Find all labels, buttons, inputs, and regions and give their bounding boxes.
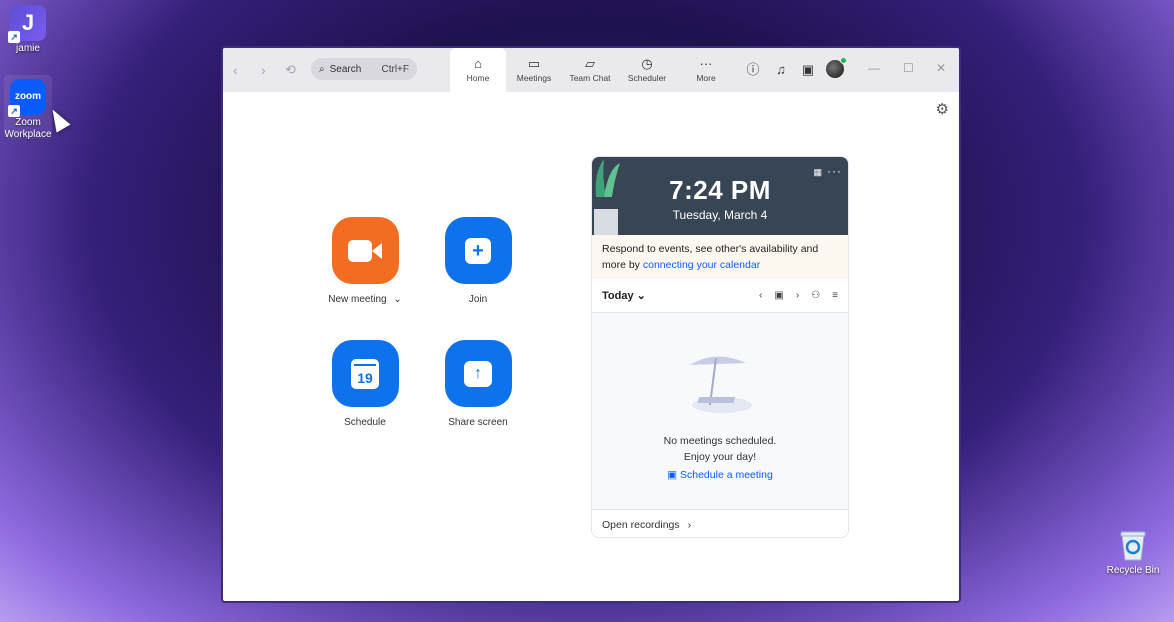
video-camera-icon: ▭ bbox=[527, 56, 541, 71]
title-bar: ‹ › ⟲ ⌕ Search Ctrl+F ⌂ Home ▭ Meetings … bbox=[223, 48, 959, 92]
search-shortcut: Ctrl+F bbox=[381, 63, 410, 75]
calendar-icon[interactable]: ▣ bbox=[800, 62, 816, 78]
chevron-down-icon[interactable]: ⌄ bbox=[393, 294, 401, 305]
join-action[interactable]: + Join bbox=[423, 217, 533, 305]
zoom-window: ‹ › ⟲ ⌕ Search Ctrl+F ⌂ Home ▭ Meetings … bbox=[221, 46, 961, 603]
calendar-panel: ▦ ··· 7:24 PM Tuesday, March 4 Respond t… bbox=[591, 156, 849, 538]
clock-header: ▦ ··· 7:24 PM Tuesday, March 4 bbox=[592, 157, 848, 235]
current-date: Tuesday, March 4 bbox=[672, 208, 768, 222]
recycle-bin-icon bbox=[1115, 527, 1151, 563]
calendar-icon[interactable]: ▣ bbox=[774, 290, 783, 301]
desktop-icon-label: jamie bbox=[16, 43, 40, 54]
desktop-icon-recycle-bin[interactable]: Recycle Bin bbox=[1103, 527, 1163, 577]
open-recordings-link[interactable]: Open recordings › bbox=[592, 509, 848, 537]
zoom-app-icon: zoom ↗ bbox=[8, 79, 46, 117]
status-dot bbox=[840, 57, 847, 64]
bell-icon[interactable]: ♫ bbox=[773, 62, 789, 78]
tab-home[interactable]: ⌂ Home bbox=[450, 48, 506, 92]
beach-umbrella-illustration bbox=[690, 356, 752, 413]
people-icon[interactable]: ⚇ bbox=[811, 290, 820, 301]
schedule-meeting-link[interactable]: ▣ Schedule a meeting bbox=[592, 469, 848, 481]
avatar[interactable] bbox=[826, 57, 847, 78]
close-icon[interactable]: ✕ bbox=[936, 61, 946, 75]
join-button[interactable]: + bbox=[444, 217, 512, 284]
connect-calendar-banner: Respond to events, see other's availabil… bbox=[592, 235, 848, 279]
desktop-icon-label: Recycle Bin bbox=[1106, 565, 1160, 576]
history-icon[interactable]: ⟲ bbox=[285, 62, 296, 78]
chat-bubbles-icon: ▱ bbox=[585, 56, 595, 71]
schedule-label: Schedule bbox=[344, 417, 386, 428]
back-arrow-icon[interactable]: ‹ bbox=[233, 62, 238, 78]
tab-meetings[interactable]: ▭ Meetings bbox=[506, 48, 562, 92]
empty-state: No meetings scheduled. Enjoy your day! ▣… bbox=[592, 313, 848, 509]
more-dots-icon: ··· bbox=[699, 56, 713, 71]
share-screen-label: Share screen bbox=[448, 417, 508, 428]
desktop-icon-jamie[interactable]: J ↗ jamie bbox=[0, 5, 58, 55]
video-camera-icon bbox=[348, 239, 382, 262]
share-screen-action[interactable]: ↑ Share screen bbox=[423, 340, 533, 428]
minimize-icon[interactable]: — bbox=[868, 61, 880, 75]
previous-day-icon[interactable]: ‹ bbox=[759, 290, 762, 301]
chevron-right-icon: › bbox=[687, 518, 692, 531]
new-meeting-action[interactable]: New meeting ⌄ bbox=[310, 217, 420, 305]
join-label: Join bbox=[468, 294, 488, 305]
home-icon: ⌂ bbox=[474, 56, 482, 71]
more-dots-icon[interactable]: ··· bbox=[827, 164, 842, 178]
tab-more[interactable]: ··· More bbox=[678, 48, 734, 92]
shortcut-arrow-icon: ↗ bbox=[8, 31, 20, 43]
calendar-icon[interactable]: ▦ bbox=[813, 167, 822, 178]
help-icon[interactable]: ⓘ bbox=[745, 62, 761, 78]
schedule-button[interactable]: 19 bbox=[331, 340, 399, 407]
calendar-icon: ▣ bbox=[667, 469, 678, 481]
tab-team-chat[interactable]: ▱ Team Chat bbox=[562, 48, 618, 92]
clock-icon: ◷ bbox=[641, 56, 653, 71]
share-screen-button[interactable]: ↑ bbox=[444, 340, 512, 407]
today-dropdown[interactable]: Today ⌄ bbox=[602, 289, 646, 302]
schedule-action[interactable]: 19 Schedule bbox=[310, 340, 420, 428]
jamie-app-icon: J ↗ bbox=[8, 5, 46, 43]
current-time: 7:24 PM bbox=[669, 175, 771, 205]
search-icon: ⌕ bbox=[319, 63, 325, 75]
forward-arrow-icon[interactable]: › bbox=[261, 62, 266, 78]
calendar-icon: 19 bbox=[351, 358, 379, 389]
arrow-up-icon: ↑ bbox=[464, 360, 492, 387]
next-day-icon[interactable]: › bbox=[796, 290, 799, 301]
tab-scheduler[interactable]: ◷ Scheduler bbox=[619, 48, 675, 92]
search-label: Search bbox=[329, 63, 362, 75]
maximize-icon[interactable]: ☐ bbox=[903, 61, 914, 75]
settings-gear-icon[interactable]: ⚙ bbox=[936, 100, 949, 118]
search-box[interactable]: ⌕ Search Ctrl+F bbox=[311, 58, 417, 80]
shortcut-arrow-icon: ↗ bbox=[8, 105, 20, 117]
calendar-toolbar: Today ⌄ ‹ ▣ › ⚇ ≡ bbox=[592, 279, 848, 313]
enjoy-day-text: Enjoy your day! bbox=[683, 451, 757, 463]
new-meeting-button[interactable] bbox=[331, 217, 399, 284]
filter-icon[interactable]: ≡ bbox=[832, 290, 838, 301]
new-meeting-label: New meeting bbox=[328, 294, 387, 305]
plant-illustration bbox=[594, 159, 620, 235]
connect-calendar-link[interactable]: connecting your calendar bbox=[643, 259, 760, 271]
no-meetings-text: No meetings scheduled. bbox=[663, 435, 777, 447]
plus-icon: + bbox=[465, 237, 491, 264]
